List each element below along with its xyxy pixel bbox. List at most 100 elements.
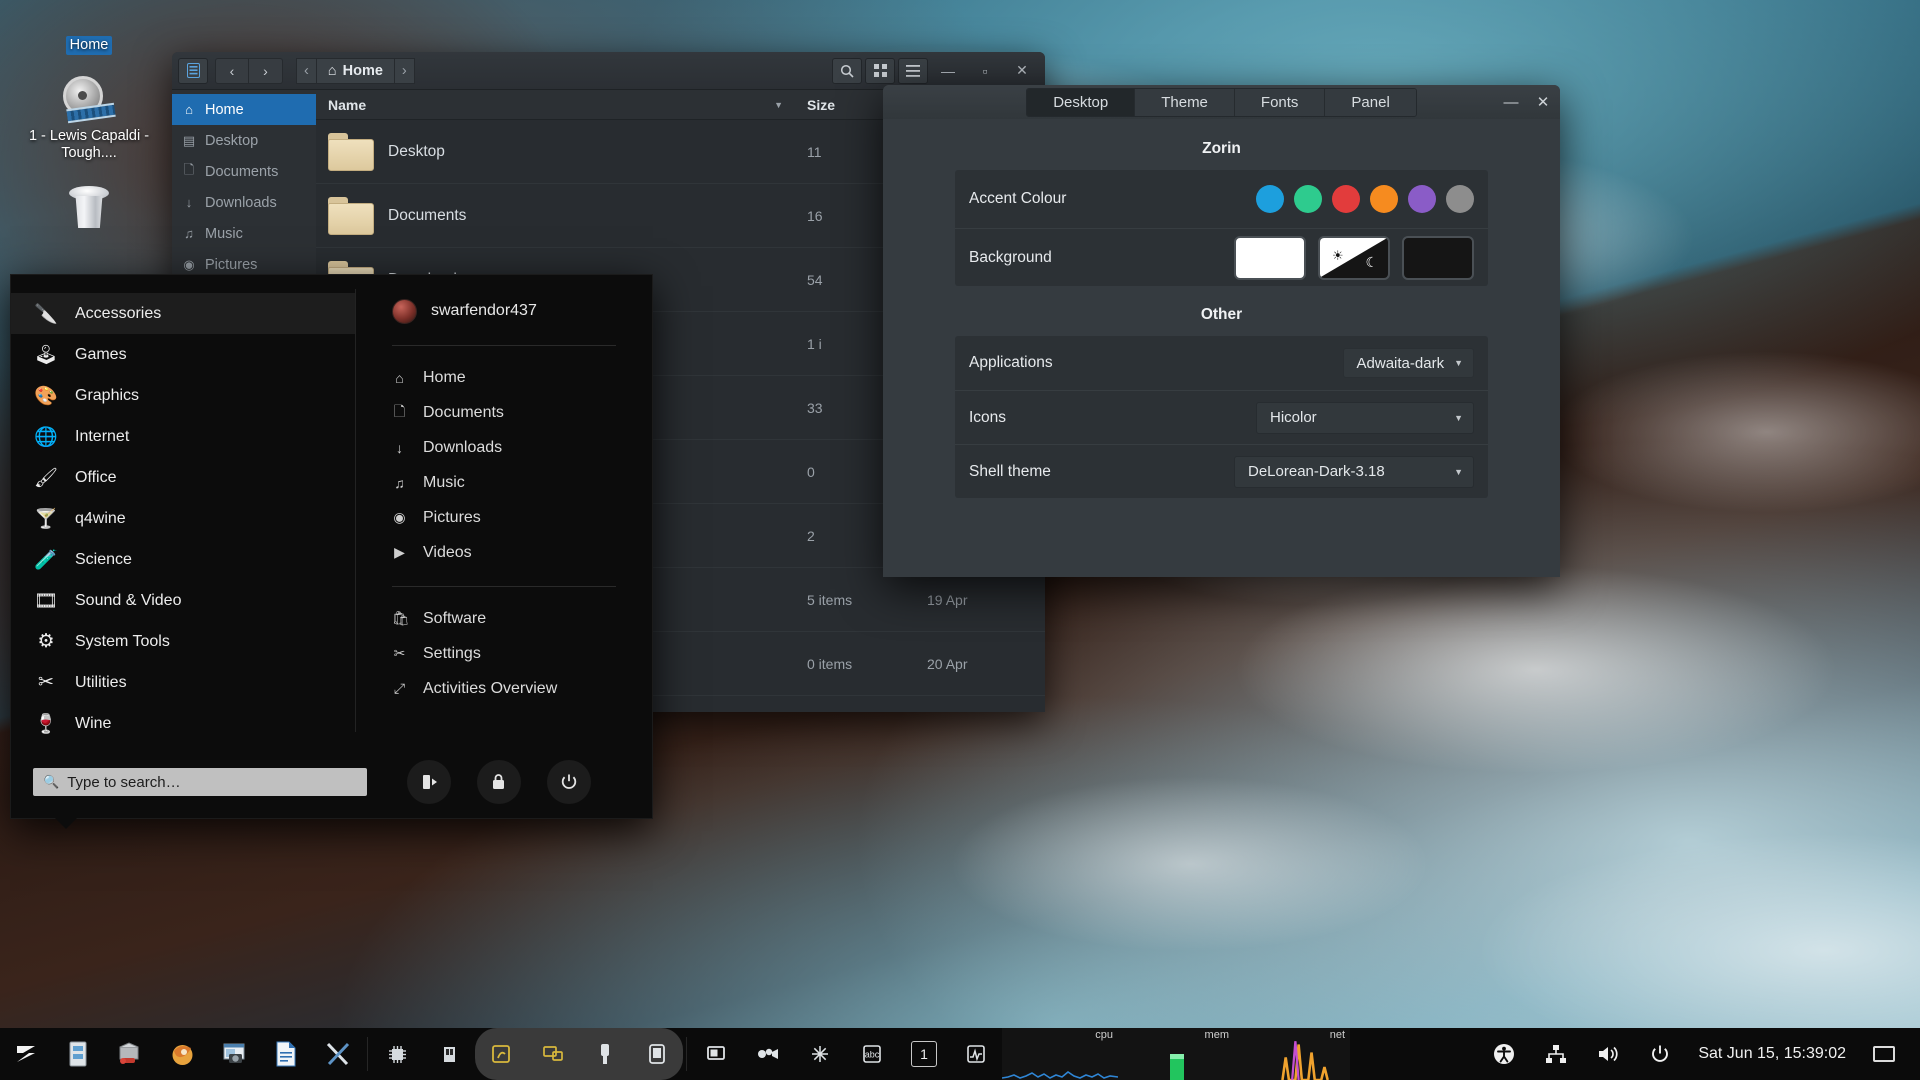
background-label: Background bbox=[969, 249, 1234, 267]
sidebar-item-music[interactable]: ♫ Music bbox=[172, 218, 316, 249]
start-menu-button[interactable] bbox=[0, 1028, 52, 1080]
user-row[interactable]: swarfendor437 bbox=[356, 293, 652, 329]
applications-label: Applications bbox=[969, 354, 1343, 372]
place-videos[interactable]: ▶ Videos bbox=[356, 535, 652, 570]
category-internet[interactable]: 🌐 Internet bbox=[11, 416, 355, 457]
place-documents[interactable]: 🗋 Documents bbox=[356, 395, 652, 430]
place-downloads[interactable]: ↓ Downloads bbox=[356, 430, 652, 465]
back-button[interactable]: ‹ bbox=[215, 58, 249, 84]
expand-arrows-icon: ⤢ bbox=[392, 680, 407, 697]
category-accessories[interactable]: 🔪 Accessories bbox=[11, 293, 355, 334]
appearance-tabs: Desktop Theme Fonts Panel bbox=[1026, 88, 1417, 117]
place-music[interactable]: ♫ Music bbox=[356, 465, 652, 500]
usb-icon[interactable] bbox=[579, 1028, 631, 1080]
breadcrumb-home[interactable]: ⌂ Home bbox=[316, 58, 395, 84]
breadcrumb-next[interactable]: › bbox=[395, 58, 415, 84]
category-system-tools[interactable]: ⚙ System Tools bbox=[11, 621, 355, 662]
accent-red[interactable] bbox=[1332, 185, 1360, 213]
minimize-button[interactable]: — bbox=[931, 56, 965, 86]
monitor-icon[interactable] bbox=[690, 1028, 742, 1080]
cpu-monitor[interactable]: cpu bbox=[1002, 1028, 1118, 1080]
moon-icon: ☾ bbox=[1365, 254, 1378, 271]
category-wine[interactable]: 🍷 Wine bbox=[11, 703, 355, 744]
tab-panel[interactable]: Panel bbox=[1325, 89, 1415, 116]
ram-icon[interactable] bbox=[423, 1028, 475, 1080]
logout-button[interactable] bbox=[407, 760, 451, 804]
document-blue-icon[interactable] bbox=[260, 1028, 312, 1080]
place-home[interactable]: ⌂ Home bbox=[356, 360, 652, 395]
background-light-option[interactable] bbox=[1234, 236, 1306, 280]
maximize-button[interactable]: ▫ bbox=[968, 56, 1002, 86]
background-swatches: ☀ ☾ bbox=[1234, 236, 1474, 280]
camera-window-icon[interactable] bbox=[208, 1028, 260, 1080]
accent-orange[interactable] bbox=[1370, 185, 1398, 213]
workspace-indicator[interactable]: 1 bbox=[898, 1028, 950, 1080]
wrench-screwdriver-icon[interactable] bbox=[312, 1028, 364, 1080]
accent-purple[interactable] bbox=[1408, 185, 1436, 213]
shutdown-button[interactable] bbox=[547, 760, 591, 804]
webcam-icon[interactable] bbox=[742, 1028, 794, 1080]
lock-button[interactable] bbox=[477, 760, 521, 804]
accessibility-icon[interactable] bbox=[1478, 1028, 1530, 1080]
background-dark-option[interactable] bbox=[1402, 236, 1474, 280]
snowflake-icon[interactable] bbox=[794, 1028, 846, 1080]
accent-grey[interactable] bbox=[1446, 185, 1474, 213]
device-icon[interactable] bbox=[631, 1028, 683, 1080]
hamburger-menu-icon[interactable] bbox=[898, 58, 928, 84]
shell-theme-dropdown[interactable]: DeLorean-Dark-3.18 ▼ bbox=[1234, 456, 1474, 488]
background-auto-option[interactable]: ☀ ☾ bbox=[1318, 236, 1390, 280]
sidebar-item-documents[interactable]: 🗋 Documents bbox=[172, 156, 316, 187]
close-button[interactable]: ✕ bbox=[1005, 56, 1039, 86]
column-header-name[interactable]: Name ▼ bbox=[316, 97, 795, 113]
search-icon[interactable] bbox=[832, 58, 862, 84]
tab-fonts[interactable]: Fonts bbox=[1235, 89, 1326, 116]
sidebar-item-downloads[interactable]: ↓ Downloads bbox=[172, 187, 316, 218]
keyboard-icon[interactable] bbox=[475, 1028, 527, 1080]
system-software[interactable]: 🛍 Software bbox=[356, 601, 652, 636]
category-games[interactable]: 🕹 Games bbox=[11, 334, 355, 375]
desktop-icon-video-file[interactable]: 1 - Lewis Capaldi - Tough.... bbox=[24, 69, 154, 163]
firefox-icon[interactable] bbox=[156, 1028, 208, 1080]
film-reel-icon bbox=[24, 69, 154, 127]
network-icon[interactable] bbox=[1530, 1028, 1582, 1080]
place-pictures[interactable]: ◉ Pictures bbox=[356, 500, 652, 535]
close-button[interactable]: ✕ bbox=[1534, 93, 1552, 111]
tab-theme[interactable]: Theme bbox=[1135, 89, 1235, 116]
accent-green[interactable] bbox=[1294, 185, 1322, 213]
category-office[interactable]: 🖌 Office bbox=[11, 457, 355, 498]
chip-icon[interactable] bbox=[371, 1028, 423, 1080]
grid-view-icon[interactable] bbox=[865, 58, 895, 84]
display-icon[interactable] bbox=[527, 1028, 579, 1080]
zorin-settings-card: Accent Colour Background bbox=[955, 170, 1488, 286]
speaker-icon[interactable] bbox=[1582, 1028, 1634, 1080]
show-desktop-icon[interactable] bbox=[1858, 1028, 1910, 1080]
category-sound-video[interactable]: 🎞 Sound & Video bbox=[11, 580, 355, 621]
net-monitor[interactable]: net bbox=[1234, 1028, 1350, 1080]
abc-icon[interactable]: abc bbox=[846, 1028, 898, 1080]
sidebar-item-desktop[interactable]: ▤ Desktop bbox=[172, 125, 316, 156]
category-q4wine[interactable]: 🍸 q4wine bbox=[11, 498, 355, 539]
system-activities-overview[interactable]: ⤢ Activities Overview bbox=[356, 671, 652, 706]
system-monitor-icon[interactable] bbox=[950, 1028, 1002, 1080]
accent-blue[interactable] bbox=[1256, 185, 1284, 213]
package-icon[interactable] bbox=[104, 1028, 156, 1080]
file-cabinet-icon[interactable] bbox=[52, 1028, 104, 1080]
breadcrumb-prev[interactable]: ‹ bbox=[296, 58, 316, 84]
icons-theme-dropdown[interactable]: Hicolor ▼ bbox=[1256, 402, 1474, 434]
clock[interactable]: Sat Jun 15, 15:39:02 bbox=[1686, 1045, 1858, 1063]
sidebar-item-home[interactable]: ⌂ Home bbox=[172, 94, 316, 125]
category-science[interactable]: 🧪 Science bbox=[11, 539, 355, 580]
power-icon[interactable] bbox=[1634, 1028, 1686, 1080]
mem-monitor[interactable]: mem bbox=[1118, 1028, 1234, 1080]
minimize-button[interactable]: — bbox=[1502, 94, 1520, 111]
applications-theme-dropdown[interactable]: Adwaita-dark ▼ bbox=[1343, 348, 1474, 378]
system-settings[interactable]: ✂ Settings bbox=[356, 636, 652, 671]
desktop-icon-trash[interactable] bbox=[24, 177, 154, 253]
search-input[interactable]: 🔍 Type to search… bbox=[33, 768, 367, 796]
category-utilities[interactable]: ✂ Utilities bbox=[11, 662, 355, 703]
desktop-icon-home[interactable]: Home bbox=[24, 10, 154, 55]
category-graphics[interactable]: 🎨 Graphics bbox=[11, 375, 355, 416]
sidebar-toggle-icon[interactable] bbox=[178, 58, 208, 84]
forward-button[interactable]: › bbox=[249, 58, 283, 84]
tab-desktop[interactable]: Desktop bbox=[1027, 89, 1135, 116]
